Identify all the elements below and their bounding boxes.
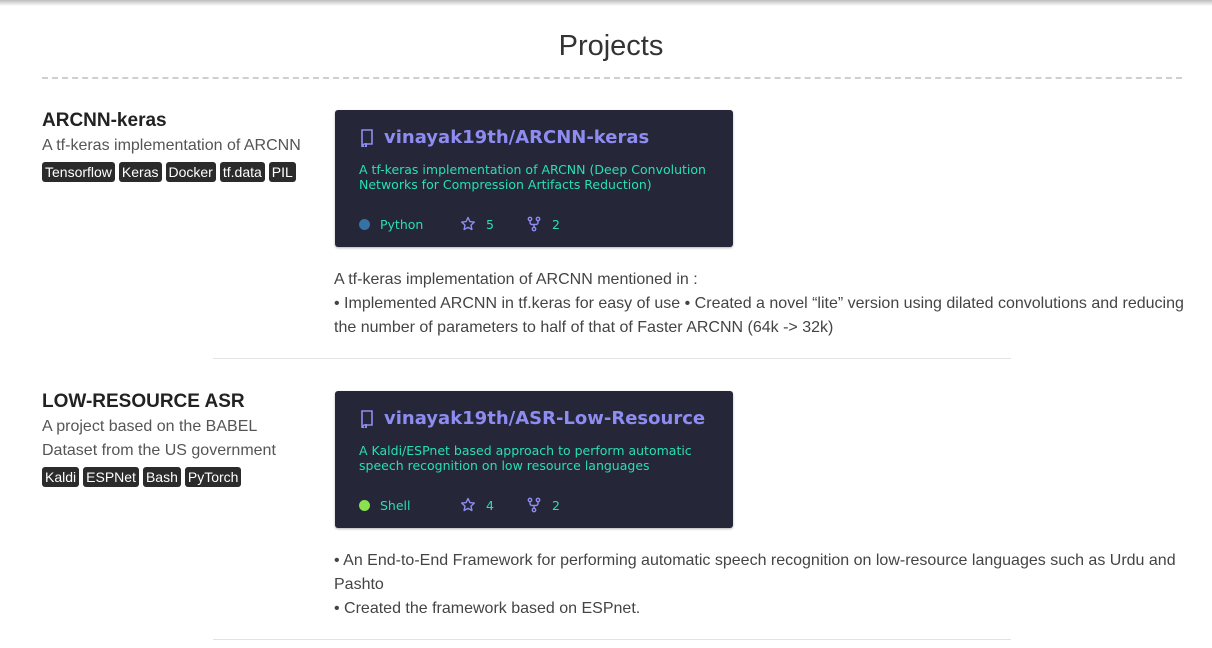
project-description: A tf-keras implementation of ARCNN menti… [334, 268, 1184, 340]
star-count: 4 [486, 497, 494, 513]
repo-description: A Kaldi/ESPnet based approach to perform… [359, 443, 692, 473]
fork-count: 2 [552, 216, 560, 232]
star-icon [461, 497, 475, 512]
tag: Tensorflow [42, 162, 115, 182]
repo-icon [361, 128, 373, 147]
fork-icon [527, 216, 541, 232]
repo-name-link[interactable]: vinayak19th/ASR-Low-Resource [384, 408, 705, 429]
repo-name-link[interactable]: vinayak19th/ARCNN-keras [384, 127, 649, 148]
tag: ESPNet [83, 467, 139, 487]
project-summary: A project based on the BABEL Dataset fro… [42, 418, 276, 459]
project-name: LOW-RESOURCE ASR [42, 391, 245, 412]
repo-description: A tf-keras implementation of ARCNN (Deep… [359, 162, 706, 192]
tag: PyTorch [184, 467, 242, 487]
header-shadow [0, 0, 1212, 6]
description-line: • Implemented ARCNN in tf.keras for easy… [334, 295, 1184, 336]
tag: Keras [118, 162, 162, 182]
project-info: LOW-RESOURCE ASR A project based on the … [42, 389, 307, 487]
project-divider [213, 639, 1011, 640]
fork-icon [527, 497, 541, 513]
repo-language: Shell [380, 497, 411, 513]
fork-count: 2 [552, 497, 560, 513]
tag: Docker [165, 162, 216, 182]
tag-list: Tensorflow Keras Docker tf.data PIL [42, 162, 307, 182]
project-summary: A tf-keras implementation of ARCNN [42, 137, 301, 154]
description-line: • Created the framework based on ESPnet. [334, 600, 641, 617]
project-divider [213, 358, 1011, 359]
tag: tf.data [219, 162, 265, 182]
tag: PIL [268, 162, 296, 182]
repo-card[interactable]: vinayak19th/ARCNN-keras A tf-keras imple… [335, 110, 733, 247]
repo-card[interactable]: vinayak19th/ASR-Low-Resource A Kaldi/ESP… [335, 391, 733, 528]
section-divider [42, 77, 1182, 79]
tag: Kaldi [42, 467, 80, 487]
star-count: 5 [486, 216, 494, 232]
description-line: • An End-to-End Framework for performing… [334, 552, 1176, 593]
language-color-dot [359, 499, 370, 511]
repo-header[interactable]: vinayak19th/ARCNN-keras [359, 127, 649, 148]
description-line: A tf-keras implementation of ARCNN menti… [334, 271, 698, 288]
repo-icon [361, 409, 373, 428]
repo-language: Python [380, 216, 424, 232]
repo-meta: Python 5 2 [359, 216, 592, 232]
project-name: ARCNN-keras [42, 110, 167, 131]
repo-header[interactable]: vinayak19th/ASR-Low-Resource [359, 408, 705, 429]
tag: Bash [142, 467, 181, 487]
repo-meta: Shell 4 2 [359, 497, 592, 513]
language-color-dot [359, 218, 370, 230]
tag-list: Kaldi ESPNet Bash PyTorch [42, 467, 307, 487]
project-info: ARCNN-keras A tf-keras implementation of… [42, 108, 307, 182]
star-icon [461, 216, 475, 231]
project-description: • An End-to-End Framework for performing… [334, 549, 1184, 621]
section-title: Projects [558, 30, 664, 62]
